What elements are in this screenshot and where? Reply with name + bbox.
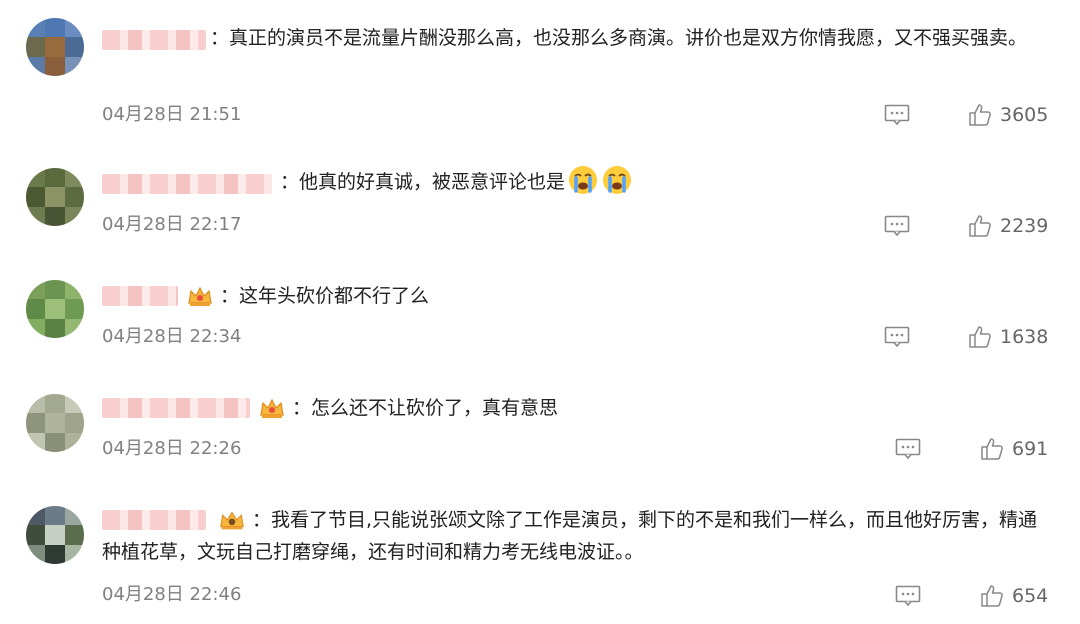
avatar-pixel	[26, 394, 46, 414]
comment-text-content: ：真正的演员不是流量片酬没那么高，也没那么多商演。讲价也是双方你情我愿，又不强买…	[210, 27, 1028, 49]
comment-icon	[895, 585, 921, 607]
thumbs-up-icon	[969, 326, 991, 348]
like-button[interactable]: 1638	[968, 325, 1048, 349]
avatar[interactable]	[26, 394, 84, 452]
avatar-pixel	[45, 168, 65, 188]
reply-button[interactable]	[884, 326, 910, 348]
avatar-pixel	[64, 37, 84, 57]
avatar-pixel	[26, 544, 46, 564]
comment-icon	[895, 438, 921, 460]
thumbs-up-icon	[969, 215, 991, 237]
comment-time: 04月28日 21:51	[102, 104, 242, 125]
avatar-pixel	[26, 318, 46, 338]
avatar-pixel	[26, 187, 46, 207]
avatar-pixel	[26, 525, 46, 545]
avatar-pixel	[26, 56, 46, 76]
comment-time: 04月28日 22:34	[102, 326, 242, 347]
reply-button[interactable]	[895, 438, 921, 460]
avatar-pixel	[45, 37, 65, 57]
avatar-pixel	[26, 168, 46, 188]
comment-time: 04月28日 22:46	[102, 584, 242, 605]
thumbs-up-icon	[981, 585, 1003, 607]
like-button[interactable]: 2239	[968, 214, 1048, 238]
avatar-pixel	[45, 544, 65, 564]
like-button[interactable]: 654	[980, 584, 1048, 608]
avatar[interactable]	[26, 280, 84, 338]
avatar-pixel	[26, 413, 46, 433]
like-count: 3605	[1000, 104, 1049, 126]
avatar-pixel	[45, 299, 65, 319]
avatar-pixel	[45, 525, 65, 545]
comment-text-content: ：他真的好真诚，被恶意评论也是	[280, 171, 566, 193]
avatar[interactable]	[26, 18, 84, 76]
comment-icon	[884, 104, 910, 126]
avatar-pixel	[45, 56, 65, 76]
avatar-pixel	[64, 18, 84, 38]
crying-face-icon	[569, 166, 598, 194]
comment-time: 04月28日 22:26	[102, 438, 242, 459]
avatar-pixel	[64, 206, 84, 226]
avatar-pixel	[64, 413, 84, 433]
like-count: 691	[1012, 438, 1049, 460]
avatar[interactable]	[26, 506, 84, 564]
avatar-pixel	[64, 506, 84, 526]
avatar[interactable]	[26, 168, 84, 226]
comment-list: ：真正的演员不是流量片酬没那么高，也没那么多商演。讲价也是双方你情我愿，又不强买…	[0, 0, 1080, 624]
avatar-pixel	[26, 18, 46, 38]
reply-button[interactable]	[895, 585, 921, 607]
avatar-pixel	[45, 394, 65, 414]
like-count: 2239	[1000, 215, 1049, 237]
like-count: 1638	[1000, 326, 1049, 348]
like-count: 654	[1012, 585, 1049, 607]
comment-text: ：他真的好真诚，被恶意评论也是	[102, 164, 1056, 198]
avatar-pixel	[45, 206, 65, 226]
avatar-pixel	[45, 506, 65, 526]
avatar-pixel	[26, 432, 46, 452]
comment-text: ：怎么还不让砍价了，真有意思	[102, 392, 1056, 424]
avatar-pixel	[45, 187, 65, 207]
comment-text-content: ：怎么还不让砍价了，真有意思	[292, 397, 559, 419]
avatar-pixel	[64, 394, 84, 414]
avatar-pixel	[26, 37, 46, 57]
comment-text-content: ：我看了节目,只能说张颂文除了工作是演员，剩下的不是和我们一样么，而且他好厉害，…	[102, 509, 1038, 563]
avatar-pixel	[64, 299, 84, 319]
avatar-pixel	[26, 206, 46, 226]
avatar-pixel	[64, 544, 84, 564]
comment-icon	[884, 326, 910, 348]
like-button[interactable]: 3605	[968, 103, 1048, 127]
like-button[interactable]: 691	[980, 437, 1048, 461]
reply-button[interactable]	[884, 215, 910, 237]
avatar-pixel	[64, 187, 84, 207]
comment-time: 04月28日 22:17	[102, 214, 242, 235]
avatar-pixel	[64, 432, 84, 452]
avatar-pixel	[45, 413, 65, 433]
avatar-pixel	[26, 299, 46, 319]
avatar-pixel	[45, 18, 65, 38]
avatar-pixel	[64, 525, 84, 545]
avatar-pixel	[45, 280, 65, 300]
comment-icon	[884, 215, 910, 237]
thumbs-up-icon	[969, 104, 991, 126]
comment-text-content: ：这年头砍价都不行了么	[220, 285, 430, 307]
avatar-pixel	[64, 280, 84, 300]
thumbs-up-icon	[981, 438, 1003, 460]
reply-button[interactable]	[884, 104, 910, 126]
comment-text: ：这年头砍价都不行了么	[102, 280, 1056, 312]
avatar-pixel	[45, 318, 65, 338]
avatar-pixel	[26, 280, 46, 300]
crying-face-icon	[603, 166, 632, 194]
avatar-pixel	[64, 168, 84, 188]
avatar-pixel	[45, 432, 65, 452]
comment-text: ：我看了节目,只能说张颂文除了工作是演员，剩下的不是和我们一样么，而且他好厉害，…	[102, 504, 1056, 568]
avatar-pixel	[64, 56, 84, 76]
avatar-pixel	[26, 506, 46, 526]
avatar-pixel	[64, 318, 84, 338]
comment-text: ：真正的演员不是流量片酬没那么高，也没那么多商演。讲价也是双方你情我愿，又不强买…	[102, 22, 1056, 54]
